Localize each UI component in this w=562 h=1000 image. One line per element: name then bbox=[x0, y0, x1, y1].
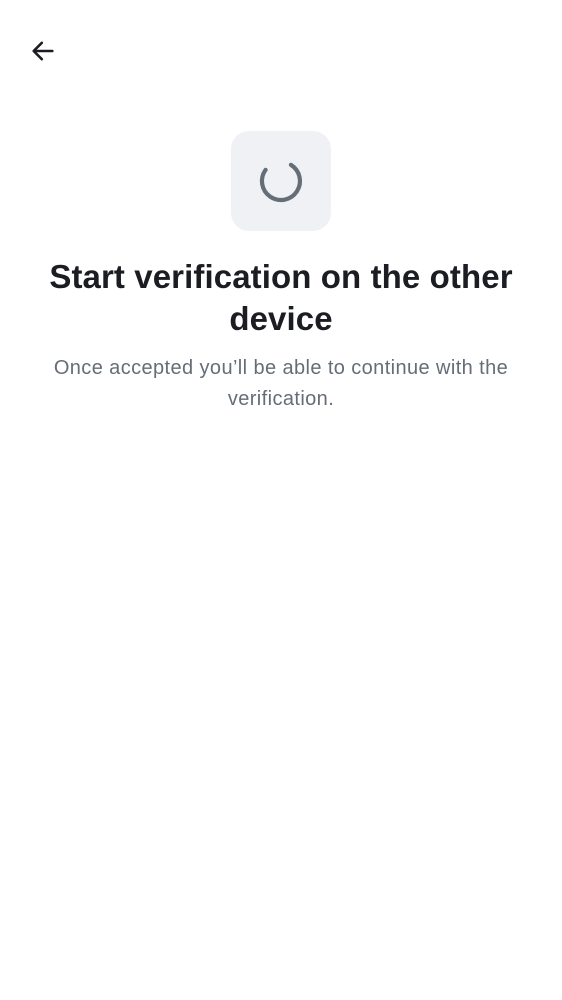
back-button[interactable] bbox=[20, 28, 66, 74]
page-title: Start verification on the other device bbox=[49, 258, 513, 337]
loading-spinner-icon bbox=[259, 162, 302, 203]
loading-icon-container bbox=[231, 131, 331, 231]
page-subtitle: Once accepted you’ll be able to continue… bbox=[53, 357, 509, 410]
arrow-left-icon bbox=[32, 41, 54, 61]
